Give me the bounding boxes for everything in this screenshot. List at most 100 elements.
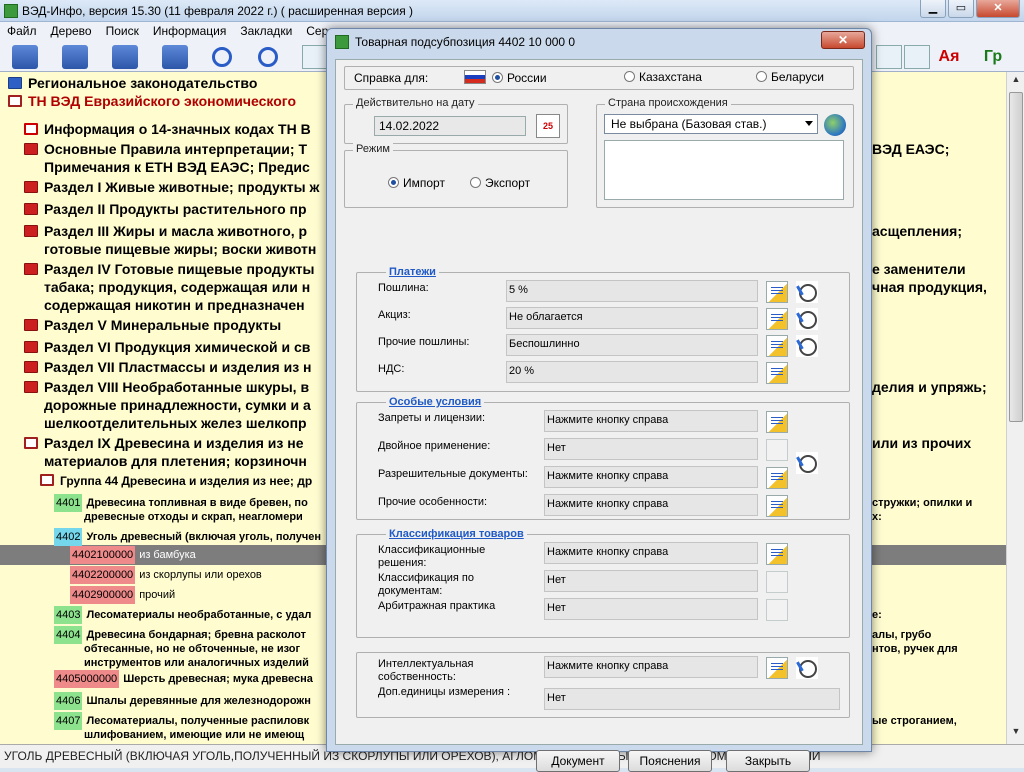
- calculator-icon[interactable]: [302, 45, 328, 69]
- tree-node[interactable]: Информация о 14-значных кодах ТН В: [24, 120, 311, 138]
- reference-label: Справка для:: [354, 71, 429, 85]
- minimize-button[interactable]: ▁: [920, 0, 946, 18]
- document-list-icon[interactable]: [766, 411, 788, 433]
- radio-off-icon: [624, 71, 635, 82]
- document-list-icon[interactable]: [766, 543, 788, 565]
- payments-field: 20 %: [506, 361, 758, 383]
- tree-node[interactable]: табака; продукция, содержащая или н: [44, 278, 310, 296]
- tree-node[interactable]: Группа 44 Древесина и изделия из нее; др: [40, 472, 312, 490]
- tree-node[interactable]: Раздел III Жиры и масла животного, р: [24, 222, 307, 240]
- country-kazakhstan-radio[interactable]: Казахстана: [624, 70, 702, 84]
- document-list-icon[interactable]: [766, 571, 788, 593]
- document-list-icon[interactable]: [766, 281, 788, 303]
- tree-node[interactable]: материалов для плетения; корзиночн: [44, 452, 307, 470]
- dictionary-button[interactable]: Ая: [936, 45, 962, 69]
- tree-node-label: шелкоотделительных желез шелкопр: [44, 415, 307, 431]
- classification-title[interactable]: Классификация товаров: [386, 528, 527, 540]
- tree-node[interactable]: Раздел VII Пластмассы и изделия из н: [24, 358, 312, 376]
- code-row[interactable]: 4406 Шпалы деревянные для железнодорожн: [54, 692, 311, 710]
- menu-search[interactable]: Поиск: [99, 22, 146, 42]
- dialog-close-button[interactable]: ✕: [821, 31, 865, 49]
- origin-select[interactable]: Не выбрана (Базовая став.): [604, 114, 818, 134]
- history-icon[interactable]: [796, 281, 818, 303]
- code-row[interactable]: 4405000000 Шерсть древесная; мука древесн…: [54, 670, 313, 688]
- history-icon[interactable]: [796, 308, 818, 330]
- ip-doc-icon[interactable]: [766, 657, 788, 679]
- radio-on-icon: [388, 177, 399, 188]
- maximize-button[interactable]: ▭: [948, 0, 974, 18]
- classif-label: Классификационные решения:: [378, 544, 486, 569]
- tree-node[interactable]: Раздел II Продукты растительного пр: [24, 200, 307, 218]
- tree-node-label: материалов для плетения; корзиночн: [44, 453, 307, 469]
- menu-bookmarks[interactable]: Закладки: [233, 22, 299, 42]
- mode-group: Режим: [344, 143, 568, 208]
- document-list-icon[interactable]: [766, 335, 788, 357]
- scroll-up-icon[interactable]: ▲: [1009, 74, 1023, 90]
- mode-export-radio[interactable]: Экспорт: [470, 176, 530, 190]
- tree-node-tail: е заменители: [872, 261, 966, 277]
- scroll-down-icon[interactable]: ▼: [1009, 726, 1023, 742]
- edit-icon[interactable]: [904, 45, 930, 69]
- history-icon[interactable]: [796, 452, 818, 474]
- code-row[interactable]: 4402100000 из бамбука: [70, 546, 196, 564]
- country-belarus-radio[interactable]: Беларуси: [756, 70, 824, 84]
- tree-node[interactable]: Примечания к ЕТН ВЭД ЕАЭС; Предис: [44, 158, 310, 176]
- tree-list-icon[interactable]: [162, 45, 188, 69]
- menu-info[interactable]: Информация: [146, 22, 233, 42]
- export-icon[interactable]: [876, 45, 902, 69]
- date-input[interactable]: 14.02.2022: [374, 116, 526, 136]
- origin-listbox[interactable]: [604, 140, 844, 200]
- code-row[interactable]: 4402 Уголь древесный (включая уголь, полу…: [54, 528, 321, 546]
- close-window-button[interactable]: ✕: [976, 0, 1020, 18]
- tree-node[interactable]: готовые пищевые жиры; воски животн: [44, 240, 316, 258]
- code-row[interactable]: 4402900000 прочий: [70, 586, 175, 604]
- document-list-icon[interactable]: [766, 439, 788, 461]
- notes-button[interactable]: Пояснения: [628, 750, 712, 772]
- tree-node[interactable]: ТН ВЭД Евразийского экономического: [8, 92, 296, 110]
- tree-node[interactable]: дорожные принадлежности, сумки и а: [44, 396, 311, 414]
- tree-expand-icon[interactable]: [12, 45, 38, 69]
- globe-icon[interactable]: [824, 114, 846, 136]
- tree-node[interactable]: Раздел V Минеральные продукты: [24, 316, 281, 334]
- country-russia-radio[interactable]: России: [464, 70, 547, 85]
- mode-import-radio[interactable]: Импорт: [388, 176, 445, 190]
- tree-node[interactable]: Раздел IV Готовые пищевые продукты: [24, 260, 314, 278]
- calendar-icon[interactable]: 25: [536, 114, 560, 138]
- document-list-icon[interactable]: [766, 467, 788, 489]
- document-button[interactable]: Документ: [536, 750, 620, 772]
- code-badge: 4401: [54, 494, 83, 512]
- menu-file[interactable]: Файл: [0, 22, 44, 42]
- document-list-icon[interactable]: [766, 362, 788, 384]
- tree-node[interactable]: Раздел I Живые животные; продукты ж: [24, 178, 319, 196]
- tree-structure-icon[interactable]: [62, 45, 88, 69]
- tree-node[interactable]: Региональное законодательство: [8, 74, 257, 92]
- tree-scrollbar[interactable]: ▲ ▼: [1006, 72, 1024, 744]
- tree-node[interactable]: Основные Правила интерпретации; Т: [24, 140, 307, 158]
- document-list-icon[interactable]: [766, 308, 788, 330]
- search-icon[interactable]: [212, 47, 232, 67]
- menu-tree[interactable]: Дерево: [44, 22, 99, 42]
- payments-field: 5 %: [506, 280, 758, 302]
- special-title[interactable]: Особые условия: [386, 396, 485, 408]
- document-list-icon[interactable]: [766, 495, 788, 517]
- document-list-icon[interactable]: [766, 599, 788, 621]
- history-icon[interactable]: [796, 335, 818, 357]
- payments-label: Акциз:: [378, 309, 411, 321]
- tree-node[interactable]: Раздел VI Продукция химической и св: [24, 338, 310, 356]
- blue-book-icon: [8, 77, 22, 89]
- code-row[interactable]: 4402200000 из скорлупы или орехов: [70, 566, 262, 584]
- search-advanced-icon[interactable]: [258, 47, 278, 67]
- tree-node[interactable]: Раздел IX Древесина и изделия из не: [24, 434, 304, 452]
- tree-node[interactable]: Раздел VIII Необработанные шкуры, в: [24, 378, 309, 396]
- tree-nodes-icon[interactable]: [112, 45, 138, 69]
- code-row[interactable]: 4403 Лесоматериалы необработанные, с удал: [54, 606, 311, 624]
- special-field: Нажмите кнопку справа: [544, 494, 758, 516]
- close-button[interactable]: Закрыть: [726, 750, 810, 772]
- tree-node[interactable]: содержащая никотин и предназначен: [44, 296, 305, 314]
- groups-button[interactable]: Гр: [980, 45, 1006, 69]
- red-book-icon: [24, 381, 38, 393]
- payments-title[interactable]: Платежи: [386, 266, 439, 278]
- ip-history-icon[interactable]: [796, 657, 818, 679]
- scroll-thumb[interactable]: [1009, 92, 1023, 422]
- tree-node[interactable]: шелкоотделительных желез шелкопр: [44, 414, 307, 432]
